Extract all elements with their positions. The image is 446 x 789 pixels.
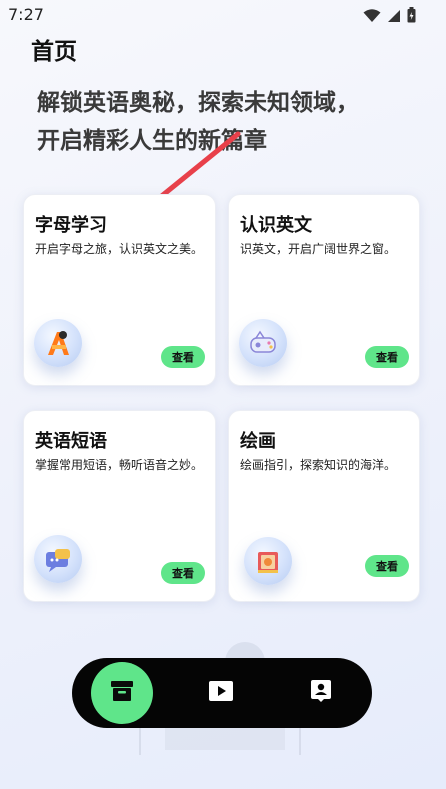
status-bar: 7:27 (0, 0, 446, 32)
view-button[interactable]: 查看 (365, 555, 409, 577)
card-english-phrases[interactable]: 英语短语 掌握常用短语，畅听语音之妙。 查看 (23, 410, 216, 602)
profile-card-icon (309, 679, 333, 707)
card-description: 开启字母之旅，认识英文之美。 (35, 242, 204, 256)
card-description: 掌握常用短语，畅听语音之妙。 (35, 458, 204, 472)
nav-profile[interactable] (308, 679, 334, 707)
view-button[interactable]: 查看 (161, 346, 205, 368)
card-know-english[interactable]: 认识英文 识英文，开启广阔世界之窗。 查看 (228, 194, 420, 386)
status-icons (363, 7, 416, 27)
card-title: 认识英文 (240, 215, 312, 236)
game-controller-icon (239, 319, 287, 367)
letter-a-icon (34, 319, 82, 367)
card-title: 英语短语 (35, 431, 107, 452)
nav-home[interactable] (91, 662, 153, 724)
view-button[interactable]: 查看 (161, 562, 205, 584)
status-time: 7:27 (8, 5, 44, 24)
page-title: 首页 (31, 39, 77, 65)
bottom-nav (72, 658, 372, 728)
card-title: 字母学习 (35, 215, 107, 236)
card-painting[interactable]: 绘画 绘画指引，探索知识的海洋。 查看 (228, 410, 420, 602)
speech-bubble-icon (34, 535, 82, 583)
view-button[interactable]: 查看 (365, 346, 409, 368)
card-title: 绘画 (240, 431, 276, 452)
card-description: 绘画指引，探索知识的海洋。 (240, 458, 397, 472)
hero-line-1: 解锁英语奥秘，探索未知领域， (37, 90, 359, 116)
card-letter-learning[interactable]: 字母学习 开启字母之旅，认识英文之美。 查看 (23, 194, 216, 386)
signal-icon (387, 8, 401, 27)
card-description: 识英文，开启广阔世界之窗。 (240, 242, 397, 256)
battery-icon (407, 7, 416, 27)
nav-video[interactable] (208, 681, 234, 705)
video-play-icon (208, 680, 234, 706)
paint-book-icon (244, 537, 292, 585)
archive-icon (110, 680, 134, 706)
wifi-icon (363, 8, 381, 27)
